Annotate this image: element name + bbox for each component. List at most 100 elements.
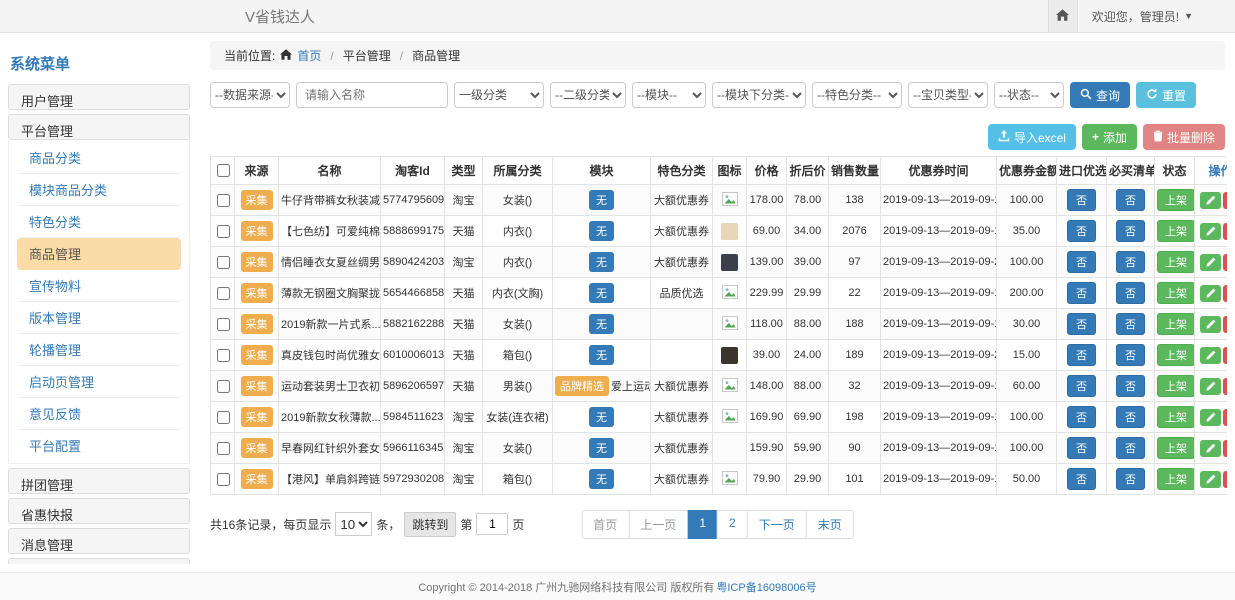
row-checkbox[interactable] <box>217 473 230 486</box>
import-excel-button[interactable]: 导入excel <box>988 124 1076 150</box>
sidebar-group-1[interactable]: 用户管理 <box>8 84 190 110</box>
jump-page-input[interactable] <box>476 513 508 535</box>
pager-prev[interactable]: 上一页 <box>628 510 688 539</box>
must-buy-toggle-button[interactable]: 否 <box>1116 251 1145 273</box>
import-toggle-button[interactable]: 否 <box>1067 189 1096 211</box>
breadcrumb-home-link[interactable]: 首页 <box>297 47 321 64</box>
must-buy-toggle-button[interactable]: 否 <box>1116 220 1145 242</box>
sidebar-item-6[interactable]: 版本管理 <box>17 302 181 334</box>
sidebar-item-1[interactable]: 商品分类 <box>17 142 181 174</box>
sidebar-item-5[interactable]: 宣传物料 <box>17 270 181 302</box>
edit-button[interactable] <box>1200 471 1221 488</box>
edit-button[interactable] <box>1200 440 1221 457</box>
import-toggle-button[interactable]: 否 <box>1067 251 1096 273</box>
filter-select-status[interactable]: --状态-- <box>994 82 1064 108</box>
per-page-select[interactable]: 10 <box>335 512 372 536</box>
select-all-checkbox[interactable] <box>217 164 230 177</box>
must-buy-toggle-button[interactable]: 否 <box>1116 189 1145 211</box>
status-button[interactable]: 上架 <box>1157 313 1195 335</box>
row-checkbox[interactable] <box>217 411 230 424</box>
batch-delete-button[interactable]: 批量删除 <box>1143 124 1225 150</box>
status-button[interactable]: 上架 <box>1157 406 1195 428</box>
sidebar-item-4[interactable]: 商品管理 <box>17 238 181 270</box>
import-toggle-button[interactable]: 否 <box>1067 220 1096 242</box>
filter-select-level1-category[interactable]: 一级分类 <box>454 82 544 108</box>
delete-button[interactable] <box>1223 254 1228 271</box>
delete-button[interactable] <box>1223 471 1228 488</box>
filter-select-module[interactable]: --模块-- <box>632 82 706 108</box>
filter-select-item-type[interactable]: --宝贝类型-- <box>908 82 988 108</box>
filter-select-module-subcategory[interactable]: --模块下分类-- <box>712 82 806 108</box>
query-button[interactable]: 查询 <box>1070 82 1130 108</box>
pager-last[interactable]: 末页 <box>806 510 854 539</box>
must-buy-toggle-button[interactable]: 否 <box>1116 375 1145 397</box>
import-toggle-button[interactable]: 否 <box>1067 282 1096 304</box>
row-checkbox[interactable] <box>217 349 230 362</box>
delete-button[interactable] <box>1223 409 1228 426</box>
edit-button[interactable] <box>1200 223 1221 240</box>
sidebar-group-2[interactable]: 平台管理 <box>8 114 190 140</box>
row-checkbox[interactable] <box>217 442 230 455</box>
delete-button[interactable] <box>1223 223 1228 240</box>
sidebar-item-8[interactable]: 启动页管理 <box>17 366 181 398</box>
edit-button[interactable] <box>1200 409 1221 426</box>
edit-button[interactable] <box>1200 347 1221 364</box>
status-button[interactable]: 上架 <box>1157 468 1195 490</box>
sidebar-group-4[interactable]: 省惠快报 <box>8 498 190 524</box>
add-button[interactable]: + 添加 <box>1082 124 1137 150</box>
sidebar-item-7[interactable]: 轮播管理 <box>17 334 181 366</box>
must-buy-toggle-button[interactable]: 否 <box>1116 437 1145 459</box>
filter-select-feature-category[interactable]: --特色分类-- <box>812 82 902 108</box>
delete-button[interactable] <box>1223 347 1228 364</box>
status-button[interactable]: 上架 <box>1157 282 1195 304</box>
import-toggle-button[interactable]: 否 <box>1067 313 1096 335</box>
filter-select-level2-category[interactable]: --二级分类-- <box>550 82 626 108</box>
home-button[interactable] <box>1048 0 1078 32</box>
must-buy-toggle-button[interactable]: 否 <box>1116 313 1145 335</box>
edit-button[interactable] <box>1200 254 1221 271</box>
delete-button[interactable] <box>1223 378 1228 395</box>
must-buy-toggle-button[interactable]: 否 <box>1116 344 1145 366</box>
sidebar-group-3[interactable]: 拼团管理 <box>8 468 190 494</box>
must-buy-toggle-button[interactable]: 否 <box>1116 406 1145 428</box>
jump-button[interactable]: 跳转到 <box>404 512 456 537</box>
pager-page-2[interactable]: 2 <box>717 510 748 539</box>
sidebar-item-9[interactable]: 意见反馈 <box>17 398 181 430</box>
row-checkbox[interactable] <box>217 287 230 300</box>
status-button[interactable]: 上架 <box>1157 437 1195 459</box>
import-toggle-button[interactable]: 否 <box>1067 437 1096 459</box>
delete-button[interactable] <box>1223 316 1228 333</box>
status-button[interactable]: 上架 <box>1157 189 1195 211</box>
edit-button[interactable] <box>1200 316 1221 333</box>
delete-button[interactable] <box>1223 192 1228 209</box>
search-input[interactable] <box>296 82 448 108</box>
import-toggle-button[interactable]: 否 <box>1067 375 1096 397</box>
edit-button[interactable] <box>1200 378 1221 395</box>
delete-button[interactable] <box>1223 440 1228 457</box>
row-checkbox[interactable] <box>217 318 230 331</box>
sidebar-item-3[interactable]: 特色分类 <box>17 206 181 238</box>
pager-next[interactable]: 下一页 <box>747 510 807 539</box>
sidebar-group-6[interactable]: 订单管理 <box>8 558 190 564</box>
status-button[interactable]: 上架 <box>1157 375 1195 397</box>
reset-button[interactable]: 重置 <box>1136 82 1196 108</box>
status-button[interactable]: 上架 <box>1157 220 1195 242</box>
row-checkbox[interactable] <box>217 256 230 269</box>
import-toggle-button[interactable]: 否 <box>1067 406 1096 428</box>
import-toggle-button[interactable]: 否 <box>1067 468 1096 490</box>
pager-page-1[interactable]: 1 <box>687 510 718 539</box>
edit-button[interactable] <box>1200 285 1221 302</box>
filter-select-data-source[interactable]: --数据来源-- <box>210 82 290 108</box>
must-buy-toggle-button[interactable]: 否 <box>1116 282 1145 304</box>
sidebar-item-10[interactable]: 平台配置 <box>17 430 181 461</box>
sidebar-group-5[interactable]: 消息管理 <box>8 528 190 554</box>
status-button[interactable]: 上架 <box>1157 251 1195 273</box>
sidebar-item-2[interactable]: 模块商品分类 <box>17 174 181 206</box>
delete-button[interactable] <box>1223 285 1228 302</box>
row-checkbox[interactable] <box>217 194 230 207</box>
edit-button[interactable] <box>1200 192 1221 209</box>
user-menu[interactable]: 欢迎您，管理员! ▼ <box>1078 8 1235 25</box>
status-button[interactable]: 上架 <box>1157 344 1195 366</box>
icp-link[interactable]: 粤ICP备16098006号 <box>716 579 816 595</box>
must-buy-toggle-button[interactable]: 否 <box>1116 468 1145 490</box>
